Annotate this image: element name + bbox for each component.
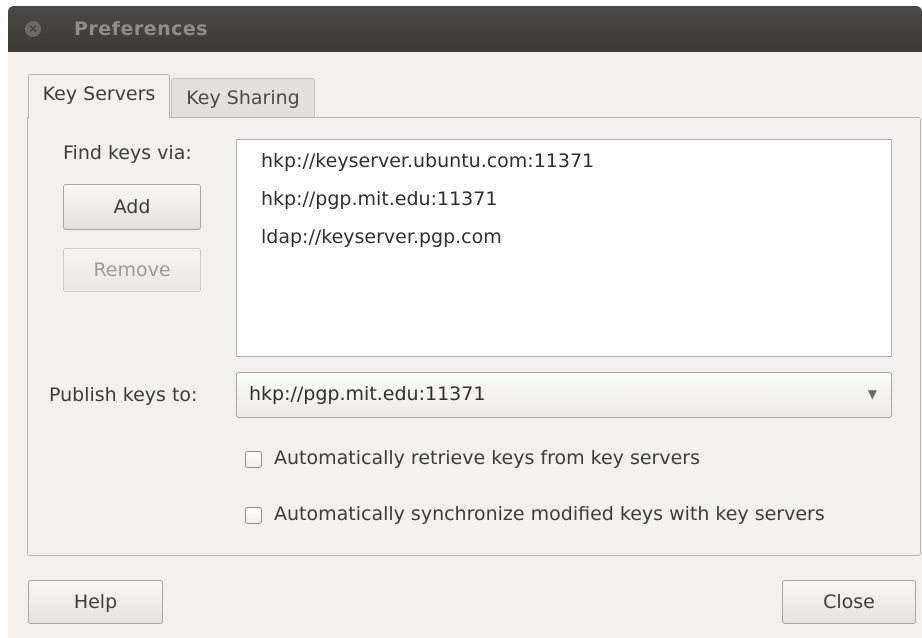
publish-keys-label: Publish keys to: <box>49 384 198 406</box>
auto-sync-checkbox[interactable] <box>245 507 262 524</box>
tab-key-servers[interactable]: Key Servers <box>28 74 170 118</box>
list-item[interactable]: hkp://pgp.mit.edu:11371 <box>261 188 497 210</box>
remove-button[interactable]: Remove <box>63 248 201 292</box>
publish-keys-value: hkp://pgp.mit.edu:11371 <box>249 383 486 405</box>
auto-sync-label: Automatically synchronize modified keys … <box>274 503 825 525</box>
title-bar: ✕ Preferences <box>8 6 922 52</box>
add-button[interactable]: Add <box>63 184 201 230</box>
auto-retrieve-checkbox[interactable] <box>245 451 262 468</box>
auto-retrieve-label: Automatically retrieve keys from key ser… <box>274 447 701 469</box>
list-item[interactable]: hkp://keyserver.ubuntu.com:11371 <box>261 150 594 172</box>
find-keys-label: Find keys via: <box>63 142 192 164</box>
list-item[interactable]: ldap://keyserver.pgp.com <box>261 226 502 248</box>
key-server-list[interactable]: hkp://keyserver.ubuntu.com:11371 hkp://p… <box>236 139 892 357</box>
tab-key-sharing[interactable]: Key Sharing <box>171 78 315 118</box>
preferences-window: ✕ Preferences Key Servers Key Sharing Fi… <box>8 6 922 638</box>
window-title: Preferences <box>74 18 209 40</box>
publish-keys-dropdown[interactable]: hkp://pgp.mit.edu:11371 ▼ <box>236 372 892 418</box>
help-button[interactable]: Help <box>28 580 163 624</box>
close-button[interactable]: Close <box>782 580 916 624</box>
close-window-icon[interactable]: ✕ <box>25 21 41 37</box>
dropdown-arrow-icon: ▼ <box>867 387 877 401</box>
